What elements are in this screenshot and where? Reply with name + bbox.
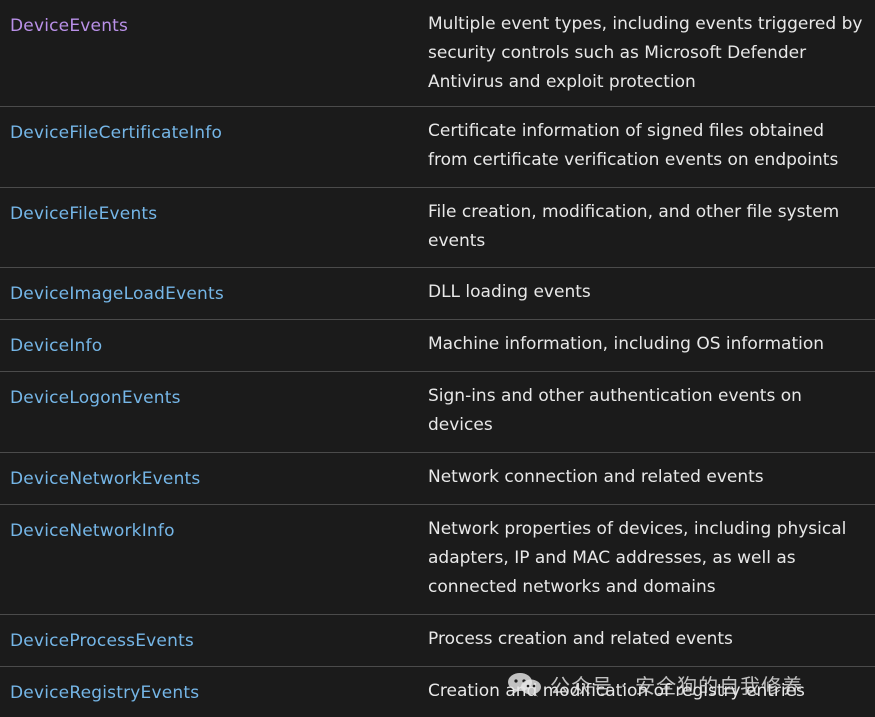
table-description-cell: Multiple event types, including events t… [428,14,863,92]
table-description-cell: Certificate information of signed files … [428,121,839,170]
table-link-devicenetworkinfo[interactable]: DeviceNetworkInfo [10,521,175,541]
table-name-cell: DeviceLogonEvents [0,372,428,452]
table-link-deviceregistryevents[interactable]: DeviceRegistryEvents [10,683,199,703]
table-link-deviceimageloadevents[interactable]: DeviceImageLoadEvents [10,284,224,304]
table-row: DeviceInfo Machine information, includin… [0,320,875,372]
table-link-devicelogonevents[interactable]: DeviceLogonEvents [10,388,181,408]
table-link-deviceinfo[interactable]: DeviceInfo [10,336,102,356]
table-row: DeviceImageLoadEvents DLL loading events [0,268,875,320]
table-link-devicefilecertificateinfo[interactable]: DeviceFileCertificateInfo [10,123,222,143]
table-description-cell: DLL loading events [428,282,591,302]
table-name-cell: DeviceFileCertificateInfo [0,107,428,187]
table-row: DeviceFileCertificateInfo Certificate in… [0,107,875,188]
schema-table: DeviceEvents Multiple event types, inclu… [0,0,875,717]
table-description-cell: Network properties of devices, including… [428,519,847,597]
table-row: DeviceNetworkInfo Network properties of … [0,505,875,615]
table-name-cell: DeviceNetworkInfo [0,505,428,614]
table-row: DeviceEvents Multiple event types, inclu… [0,0,875,107]
table-name-cell: DeviceInfo [0,320,428,371]
table-link-devicenetworkevents[interactable]: DeviceNetworkEvents [10,469,200,489]
table-link-deviceprocessevents[interactable]: DeviceProcessEvents [10,631,194,651]
table-description-cell: Creation and modification of registry en… [428,681,805,701]
table-name-cell: DeviceNetworkEvents [0,453,428,504]
table-name-cell: DeviceEvents [0,0,428,106]
table-description-cell: Network connection and related events [428,467,764,487]
table-name-cell: DeviceFileEvents [0,188,428,267]
table-row: DeviceProcessEvents Process creation and… [0,615,875,667]
table-link-devicefileevents[interactable]: DeviceFileEvents [10,204,157,224]
table-row: DeviceNetworkEvents Network connection a… [0,453,875,505]
table-row: DeviceLogonEvents Sign-ins and other aut… [0,372,875,453]
table-row: DeviceFileEvents File creation, modifica… [0,188,875,268]
table-name-cell: DeviceProcessEvents [0,615,428,666]
table-description-cell: Sign-ins and other authentication events… [428,386,802,435]
table-description-cell: File creation, modification, and other f… [428,202,840,251]
table-name-cell: DeviceRegistryEvents [0,667,428,717]
table-name-cell: DeviceImageLoadEvents [0,268,428,319]
table-description-cell: Process creation and related events [428,629,733,649]
table-link-deviceevents[interactable]: DeviceEvents [10,16,128,36]
table-description-cell: Machine information, including OS inform… [428,334,825,354]
table-row: DeviceRegistryEvents Creation and modifi… [0,667,875,717]
